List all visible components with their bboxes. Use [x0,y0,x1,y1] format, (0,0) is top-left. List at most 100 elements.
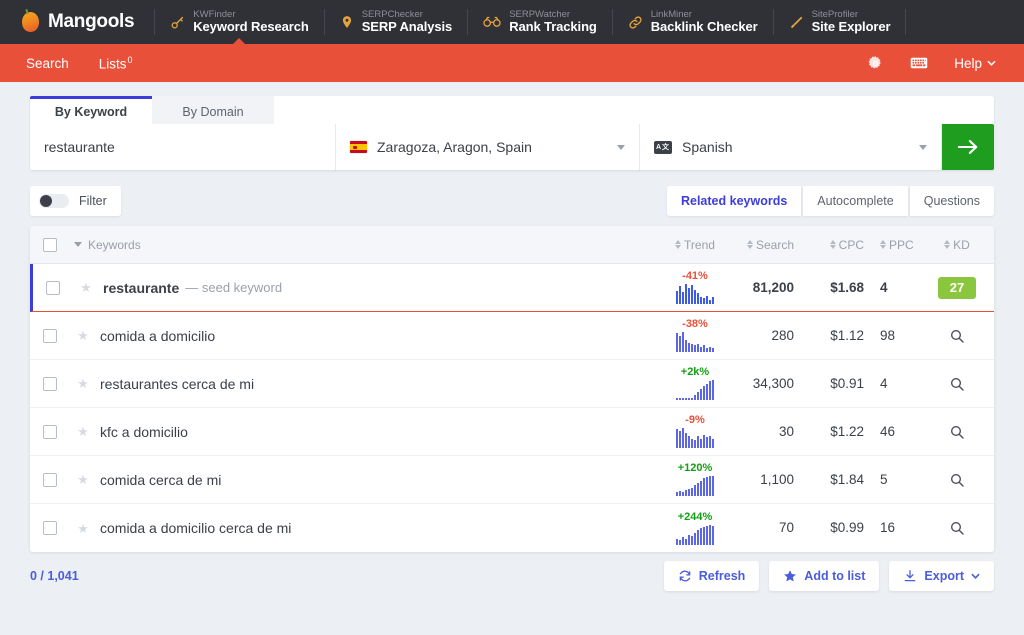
search-volume-value: 34,300 [752,375,794,391]
trend-sparkline [676,380,714,400]
kd-search-icon[interactable] [949,472,965,488]
row-checkbox[interactable] [46,280,60,295]
export-label: Export [924,569,964,583]
tab-by-domain[interactable]: By Domain [152,96,274,124]
table-row[interactable]: ★ comida a domicilio -38% 280 $1.12 98 [30,312,994,360]
keyword-text: restaurantes cerca de mi [100,375,255,392]
language-select[interactable]: A文 Spanish [640,124,942,170]
trend-cell: +244% [662,504,728,552]
binoculars-icon [483,15,501,29]
nav-search-link[interactable]: Search [26,56,69,71]
search-volume-cell: 81,200 [728,279,794,297]
keyword-text: comida cerca de mi [100,471,222,488]
column-keywords[interactable]: Keywords [70,238,662,252]
nav-item-site-explorer[interactable]: SiteProfiler Site Explorer [774,0,906,44]
row-checkbox[interactable] [43,521,57,535]
add-to-list-button[interactable]: Add to list [769,561,880,591]
trend-percent: +2k% [680,366,710,378]
search-volume-value: 1,100 [760,471,794,487]
nav-lists-link[interactable]: Lists0 [99,55,133,72]
nav-item-keyword-research[interactable]: KWFinder Keyword Research [155,0,323,44]
select-all-checkbox[interactable] [43,237,57,252]
column-cpc[interactable]: CPC [794,238,864,252]
trend-percent: -41% [682,270,708,282]
spain-flag-icon [350,141,367,153]
cpc-value: $0.91 [830,375,864,391]
table-row[interactable]: ★ restaurante — seed keyword -41% 81,200 $1.… [30,264,994,312]
footer-actions: Refresh Add to list Export [663,561,994,591]
location-value: Zaragoza, Aragon, Spain [377,139,532,155]
row-favorite-cell: ★ [70,473,96,486]
keyword-input[interactable] [44,139,335,155]
ppc-value: 98 [880,327,896,343]
refresh-button[interactable]: Refresh [663,561,760,591]
column-header-trend: Trend [662,238,728,252]
nav-label-group: SERPWatcher Rank Tracking [509,10,597,34]
tab-by-keyword[interactable]: By Keyword [30,96,152,124]
nav-item-serp-analysis[interactable]: SERPChecker SERP Analysis [325,0,467,44]
search-volume-value: 81,200 [752,279,794,295]
trend-sparkline [676,524,714,545]
column-trend[interactable]: Trend [662,238,728,252]
search-submit-button[interactable] [942,124,994,170]
row-select-cell [30,472,70,487]
lists-label: Lists [98,56,127,72]
row-favorite-cell: ★ [70,377,96,390]
row-checkbox[interactable] [43,472,57,487]
star-icon[interactable]: ★ [77,522,89,535]
trend-cell: -41% [662,264,728,312]
table-row[interactable]: ★ comida cerca de mi +120% 1,100 $1.84 5 [30,456,994,504]
keyword-cell: comida a domicilio [96,328,662,344]
ppc-cell: 46 [864,423,920,441]
kd-search-icon[interactable] [949,376,965,392]
export-button[interactable]: Export [889,561,994,591]
star-icon[interactable]: ★ [80,281,92,294]
kd-search-icon[interactable] [949,520,965,536]
nav-label-group: LinkMiner Backlink Checker [651,10,758,34]
search-volume-cell: 280 [728,327,794,345]
table-footer: 0 / 1,041 Refresh Add to list Export [30,552,994,600]
mangools-logo[interactable]: Mangools [0,0,154,44]
table-body: ★ restaurante — seed keyword -41% 81,200 $1.… [30,264,994,552]
search-inputs-row: Zaragoza, Aragon, Spain A文 Spanish [30,124,994,170]
star-icon[interactable]: ★ [77,425,89,438]
tab-autocomplete[interactable]: Autocomplete [803,186,908,216]
star-icon [784,570,797,582]
ppc-cell: 16 [864,519,920,537]
star-icon[interactable]: ★ [77,473,89,486]
cpc-value: $1.68 [830,279,864,295]
column-ppc[interactable]: PPC [864,238,920,252]
kd-search-icon[interactable] [949,424,965,440]
keyword-text: comida a domicilio [100,327,216,344]
gear-icon[interactable] [867,55,884,72]
kd-search-icon[interactable] [949,328,965,344]
star-icon[interactable]: ★ [77,377,89,390]
keyword-cell: kfc a domicilio [96,424,662,440]
keyboard-icon[interactable] [910,56,928,70]
column-search[interactable]: Search [728,238,794,252]
ppc-value: 46 [880,423,896,439]
kd-cell [920,376,994,392]
table-row[interactable]: ★ kfc a domicilio -9% 30 $1.22 46 [30,408,994,456]
sort-icon [829,240,836,249]
nav-item-backlink-checker[interactable]: LinkMiner Backlink Checker [613,0,773,44]
column-kd[interactable]: KD [920,238,994,252]
location-select[interactable]: Zaragoza, Aragon, Spain [336,124,640,170]
cpc-value: $1.84 [830,471,864,487]
table-header-row: Keywords Trend Search CPC PPC KD [30,226,994,264]
table-row[interactable]: ★ comida a domicilio cerca de mi +244% 70 $0… [30,504,994,552]
star-icon[interactable]: ★ [77,329,89,342]
filter-toggle-switch[interactable] [39,194,69,208]
row-checkbox[interactable] [43,424,57,439]
cpc-value: $1.22 [830,423,864,439]
row-checkbox[interactable] [43,376,57,391]
row-favorite-cell: ★ [70,329,96,342]
filter-toggle-button[interactable]: Filter [30,186,121,216]
nav-item-rank-tracking[interactable]: SERPWatcher Rank Tracking [468,0,612,44]
ppc-value: 16 [880,520,896,535]
row-checkbox[interactable] [43,328,57,343]
tab-questions[interactable]: Questions [909,186,994,216]
help-menu[interactable]: Help [954,56,996,71]
tab-related-keywords[interactable]: Related keywords [666,186,802,216]
table-row[interactable]: ★ restaurantes cerca de mi +2k% 34,300 $0.91… [30,360,994,408]
